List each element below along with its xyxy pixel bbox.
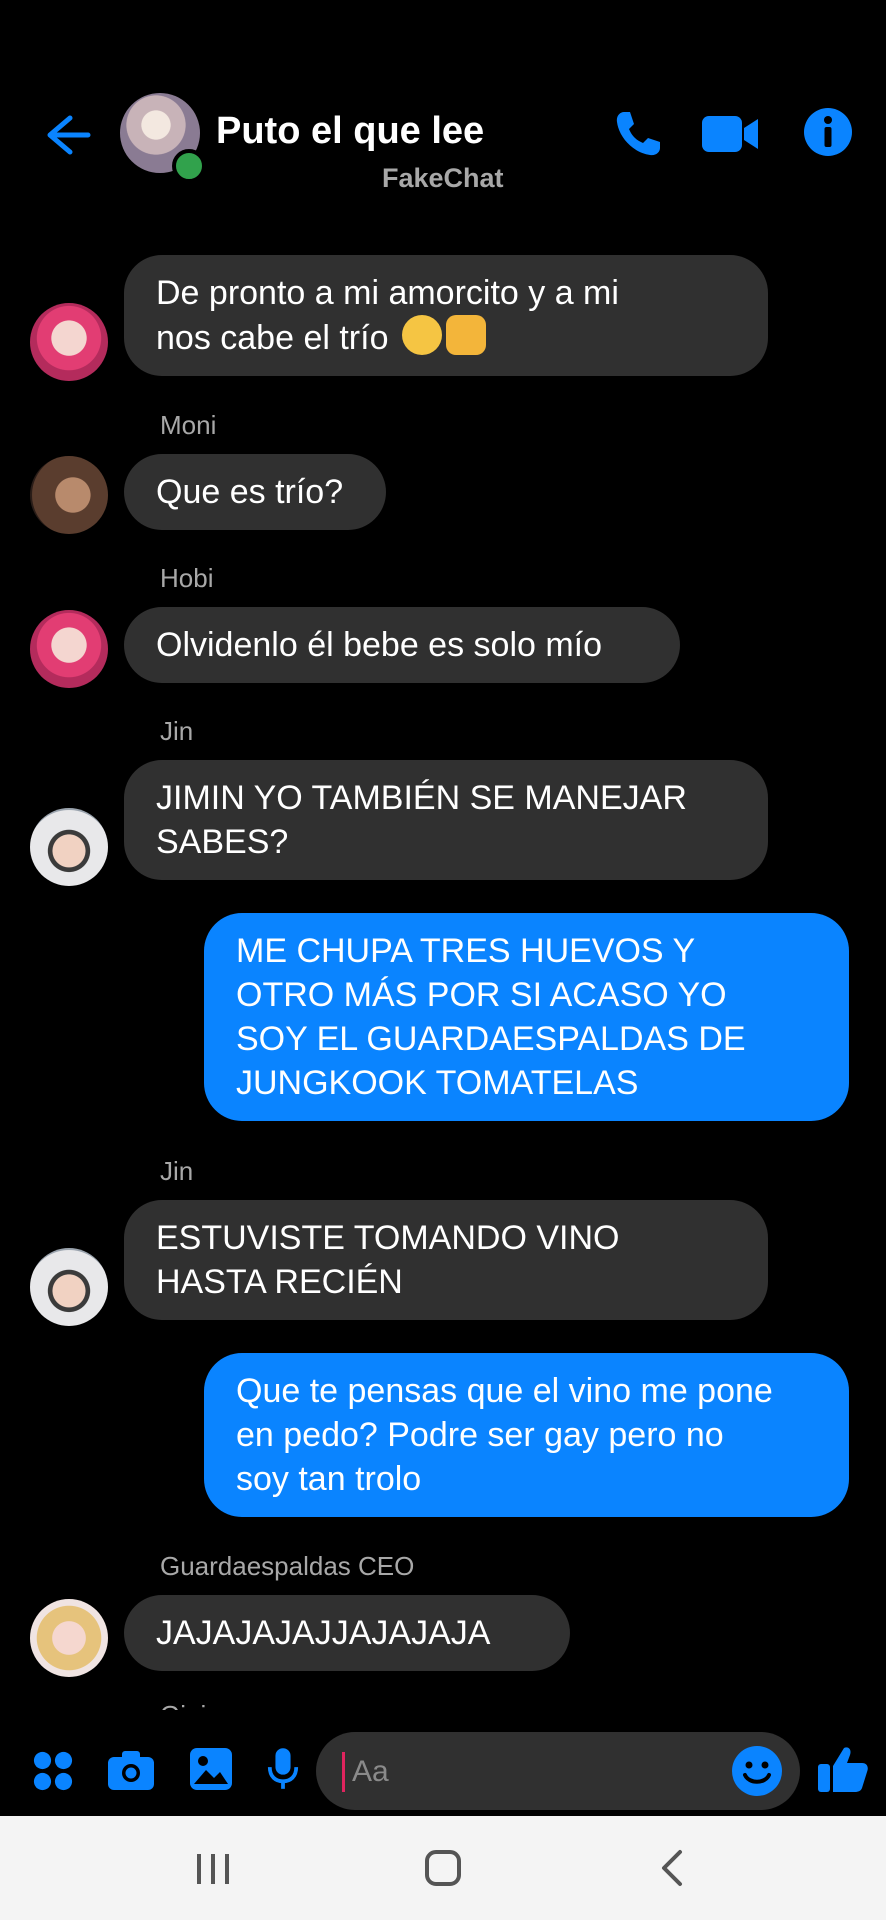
message-line: SOY EL GUARDAESPALDAS DE — [236, 1020, 746, 1058]
microphone-icon[interactable] — [266, 1746, 300, 1792]
sender-avatar[interactable] — [30, 456, 108, 534]
home-icon[interactable] — [419, 1844, 467, 1892]
phone-icon[interactable] — [610, 106, 666, 162]
message-bubble-incoming[interactable]: Que es trío? — [124, 454, 386, 530]
text-caret — [342, 1752, 345, 1792]
message-line: Olvidenlo él bebe es solo mío — [156, 626, 603, 664]
message-line: OTRO MÁS POR SI ACASO YO — [236, 976, 727, 1014]
raised-fist-icon — [445, 315, 486, 355]
sender-avatar[interactable] — [30, 303, 108, 381]
message-line: nos cabe el trío — [156, 319, 389, 357]
composer-bar — [0, 1710, 886, 1816]
emoji-icon[interactable] — [730, 1744, 784, 1798]
message-line: JUNGKOOK TOMATELAS — [236, 1064, 639, 1102]
message-line: JIMIN YO TAMBIÉN SE MANEJAR — [156, 779, 687, 817]
message-bubble-incoming[interactable]: ESTUVISTE TOMANDO VINO HASTA RECIÉN — [124, 1200, 768, 1320]
sender-name: Gigi — [160, 1700, 206, 1710]
message-list[interactable]: De pronto a mi amorcito y a mi nos cabe … — [0, 210, 886, 1710]
pensive-face-icon — [401, 315, 442, 355]
message-bubble-outgoing[interactable]: Que te pensas que el vino me pone en ped… — [204, 1353, 849, 1517]
message-line: JAJAJAJAJJAJAJAJA — [156, 1614, 491, 1652]
message-line: soy tan trolo — [236, 1460, 422, 1498]
message-line: De pronto a mi amorcito y a mi — [156, 274, 619, 312]
message-line: HASTA RECIÉN — [156, 1263, 403, 1301]
online-status-dot — [172, 149, 206, 183]
chat-title[interactable]: Puto el que lee — [216, 110, 484, 153]
message-input-box[interactable] — [316, 1732, 800, 1810]
chat-header: Puto el que lee FakeChat — [0, 0, 886, 210]
gallery-icon[interactable] — [188, 1746, 234, 1792]
message-line: Que te pensas que el vino me pone — [236, 1372, 773, 1410]
message-line: ESTUVISTE TOMANDO VINO — [156, 1219, 620, 1257]
camera-icon[interactable] — [106, 1748, 156, 1792]
thumbs-up-icon[interactable] — [816, 1742, 870, 1796]
system-back-icon[interactable] — [650, 1844, 698, 1892]
message-bubble-incoming[interactable]: JIMIN YO TAMBIÉN SE MANEJAR SABES? — [124, 760, 768, 880]
sender-name: Guardaespaldas CEO — [160, 1551, 415, 1581]
recent-apps-icon[interactable] — [189, 1844, 237, 1892]
message-line: Que es trío? — [156, 473, 344, 511]
info-icon[interactable] — [802, 106, 854, 158]
message-line: SABES? — [156, 823, 289, 861]
sender-avatar[interactable] — [30, 808, 108, 886]
message-line: en pedo? Podre ser gay pero no — [236, 1416, 724, 1454]
sender-name: Jin — [160, 1156, 194, 1186]
sender-name: Moni — [160, 410, 217, 440]
system-navigation-bar — [0, 1816, 886, 1920]
message-line: ME CHUPA TRES HUEVOS Y — [236, 932, 696, 970]
sender-avatar[interactable] — [30, 1599, 108, 1677]
sender-name: Hobi — [160, 563, 214, 593]
message-bubble-incoming[interactable]: De pronto a mi amorcito y a mi nos cabe … — [124, 255, 768, 376]
message-bubble-outgoing[interactable]: ME CHUPA TRES HUEVOS Y OTRO MÁS POR SI A… — [204, 913, 849, 1121]
chat-subtitle: FakeChat — [382, 163, 504, 193]
sender-avatar[interactable] — [30, 1248, 108, 1326]
message-bubble-incoming[interactable]: JAJAJAJAJJAJAJAJA — [124, 1595, 570, 1671]
message-input[interactable] — [350, 1748, 714, 1796]
video-call-icon[interactable] — [700, 106, 760, 162]
sender-avatar[interactable] — [30, 610, 108, 688]
sender-name: Jin — [160, 716, 194, 746]
more-apps-icon[interactable] — [32, 1750, 74, 1792]
message-bubble-incoming[interactable]: Olvidenlo él bebe es solo mío — [124, 607, 680, 683]
back-arrow-icon[interactable] — [40, 108, 94, 162]
